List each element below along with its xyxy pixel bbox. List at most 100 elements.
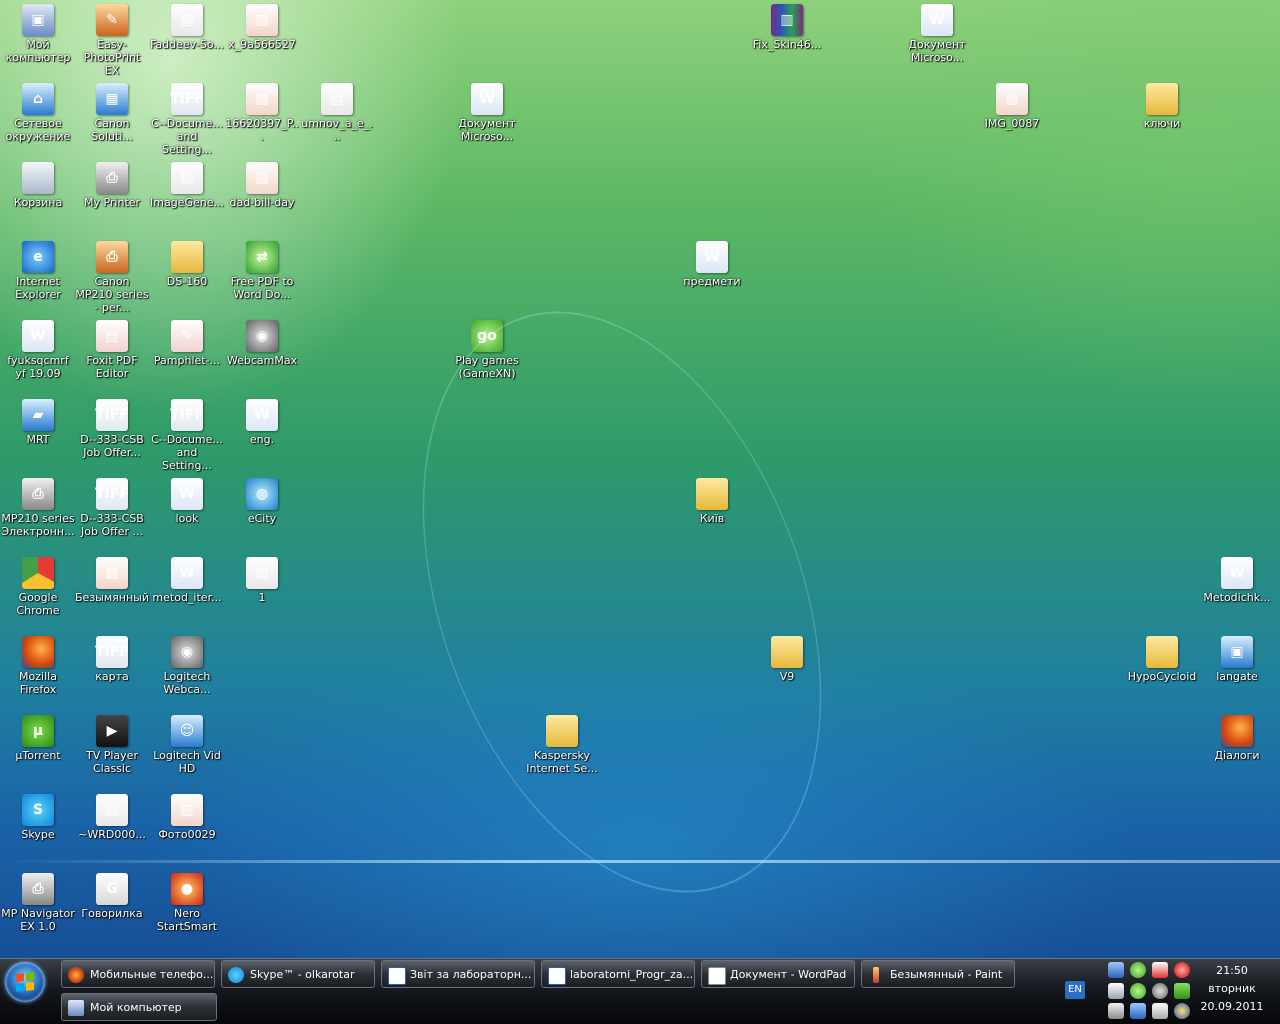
- clock[interactable]: 21:50 вторник 20.09.2011: [1186, 962, 1278, 1016]
- google-chrome-icon[interactable]: Google Chrome: [0, 553, 76, 629]
- eng-doc-icon[interactable]: Weng.: [224, 395, 300, 471]
- play-games-icon[interactable]: go Play games (GameXN): [449, 316, 525, 392]
- document-microsoft-2-icon[interactable]: W Документ Microso...: [899, 0, 975, 76]
- internet-explorer-icon[interactable]: e Internet Explorer: [0, 237, 76, 313]
- pdf-converter-icon: ⇄: [246, 241, 278, 273]
- kaspersky-tray-icon[interactable]: [1152, 962, 1168, 978]
- metodichk-doc-icon[interactable]: W Metodichk...: [1199, 553, 1275, 629]
- kyiv-folder-icon[interactable]: Київ: [674, 474, 750, 550]
- task-skype[interactable]: Skype™ - olkarotar: [221, 960, 375, 988]
- img-0087-icon[interactable]: ▧ IMG_0087: [974, 79, 1050, 155]
- task-my-computer[interactable]: Мой компьютер: [61, 993, 217, 1021]
- volume-tray-icon[interactable]: [1108, 1003, 1124, 1019]
- webcam-tray-icon[interactable]: [1152, 983, 1168, 999]
- dialogy-html-icon[interactable]: Діалоги: [1199, 711, 1275, 787]
- wrd000-doc-icon[interactable]: ▤ ~WRD000...: [74, 790, 150, 866]
- predmety-doc-icon[interactable]: Wпредмети: [674, 237, 750, 313]
- ie-logo-icon: e: [22, 241, 54, 273]
- webcammax-icon[interactable]: ◉ WebcamMax: [224, 316, 300, 392]
- my-printer-icon[interactable]: ⎙ My Printer: [74, 158, 150, 234]
- canon-menu-icon: ▦: [96, 83, 128, 115]
- printer-manual-icon: ⎙: [22, 478, 54, 510]
- network-places-icon: ⌂: [22, 83, 54, 115]
- folder-icon: [696, 478, 728, 510]
- ecity-icon[interactable]: ◍ eCity: [224, 474, 300, 550]
- tiff-doc-1-icon[interactable]: TIFF C--Docume... and Setting...: [149, 79, 225, 156]
- easy-photoprint-icon[interactable]: ✎ Easy-PhotoPrint EX: [74, 0, 150, 77]
- green-check-tray-icon[interactable]: [1130, 962, 1146, 978]
- hypocycloid-folder-icon[interactable]: HypoCycloid: [1124, 632, 1200, 708]
- mrt-icon[interactable]: ▰ MRT: [0, 395, 76, 471]
- skype-icon[interactable]: S Skype: [0, 790, 76, 866]
- word-doc-icon: W: [1221, 557, 1253, 589]
- network-icon[interactable]: ⌂ Сетевое окружение: [0, 79, 76, 155]
- connection-tray-icon[interactable]: [1130, 1003, 1146, 1019]
- v9-folder-icon[interactable]: V9: [749, 632, 825, 708]
- imagegene-icon[interactable]: ▤ ImageGene...: [149, 158, 225, 234]
- network-tray-icon[interactable]: [1108, 962, 1124, 978]
- kaspersky-folder-icon[interactable]: Kaspersky Internet Se...: [524, 711, 600, 787]
- device-tray-icon[interactable]: [1152, 1003, 1168, 1019]
- mp210-manual-icon[interactable]: ⎙ MP210 series Электронн...: [0, 474, 76, 550]
- task-report-word[interactable]: Звіт за лабораторн...: [381, 960, 535, 988]
- image-x9a-icon[interactable]: ▧ x_9a566527: [224, 0, 300, 76]
- faddeev-doc-icon[interactable]: ▤ Faddeev-So...: [149, 0, 225, 76]
- tiff-file-icon: TIFF: [170, 83, 204, 115]
- task-paint[interactable]: Безымянный - Paint: [861, 960, 1015, 988]
- tiff-job-offer-2-icon[interactable]: TIFF D--333-CSB Job Offer ...: [74, 474, 150, 550]
- printer-photo-icon: ✎: [96, 4, 128, 36]
- image-16620397-icon[interactable]: ▧ 16620397_P...: [224, 79, 300, 155]
- document-icon: ▤: [171, 4, 203, 36]
- text-file-icon: ▤: [246, 557, 278, 589]
- fix-skin-rar-icon[interactable]: ▥ Fix_Skin46...: [749, 0, 825, 76]
- karta-tiff-icon[interactable]: TIFF карта: [74, 632, 150, 708]
- canon-solution-icon[interactable]: ▦ Canon Soluti...: [74, 79, 150, 155]
- langate-icon[interactable]: ▣ langate: [1199, 632, 1275, 708]
- image-file-icon: ▧: [171, 794, 203, 826]
- safely-remove-tray-icon[interactable]: [1108, 983, 1124, 999]
- mp-navigator-icon[interactable]: ⎙ MP Navigator EX 1.0: [0, 869, 76, 945]
- document-microsoft-1-icon[interactable]: W Документ Microso...: [449, 79, 525, 155]
- desktop[interactable]: ▣ Мой компьютер ✎ Easy-PhotoPrint EX ▤ Fadd…: [0, 0, 1280, 958]
- task-wordpad[interactable]: Документ - WordPad: [701, 960, 855, 988]
- canon-mp210-icon[interactable]: ⎙ Canon MP210 series - per...: [74, 237, 150, 314]
- my-computer-icon[interactable]: ▣ Мой компьютер: [0, 0, 76, 76]
- govorilka-icon[interactable]: G Говорилка: [74, 869, 150, 945]
- language-indicator[interactable]: EN: [1065, 981, 1085, 999]
- image-file-icon: ▧: [246, 83, 278, 115]
- foto0029-icon[interactable]: ▧ Фото0029: [149, 790, 225, 866]
- firefox-html-icon: [1221, 715, 1253, 747]
- task-laboratorni-word[interactable]: laboratorni_Progr_za...: [541, 960, 695, 988]
- skype-logo-icon: S: [22, 794, 54, 826]
- fyuksqcmrf-doc-icon[interactable]: Wfyuksqcmrf yf 19.09: [0, 316, 76, 392]
- recycle-bin-icon[interactable]: Корзина: [0, 158, 76, 234]
- computer-icon: ▣: [22, 4, 54, 36]
- paint-brush-icon: [873, 967, 879, 983]
- look-doc-icon[interactable]: Wlook: [149, 474, 225, 550]
- bezymyannyi-image-icon[interactable]: ▧ Безымянный: [74, 553, 150, 629]
- tiff-doc-2-icon[interactable]: TIFF C--Docume... and Setting...: [149, 395, 225, 472]
- tv-player-classic-icon[interactable]: ▶ TV Player Classic: [74, 711, 150, 787]
- word-icon: [548, 967, 566, 985]
- file-1-icon[interactable]: ▤ 1: [224, 553, 300, 629]
- start-button[interactable]: [5, 962, 45, 1002]
- tiff-job-offer-1-icon[interactable]: TIFF D--333-CSB Job Offer...: [74, 395, 150, 471]
- text-file-icon: ▤: [171, 162, 203, 194]
- logitech-webcam-icon[interactable]: ◉ Logitech Webca...: [149, 632, 225, 708]
- word-doc-icon: W: [246, 399, 278, 431]
- chrome-logo-icon: [22, 557, 54, 589]
- nero-startsmart-icon[interactable]: ● Nero StartSmart: [149, 869, 225, 945]
- task-mobile-phones[interactable]: Мобильные телефо...: [61, 960, 215, 988]
- utorrent-icon[interactable]: µ µTorrent: [0, 711, 76, 787]
- umnov-doc-icon[interactable]: ▤ umnov_a_e_...: [299, 79, 375, 155]
- gamexn-tray-icon[interactable]: [1130, 983, 1146, 999]
- klyuchi-folder-icon[interactable]: ключи: [1124, 79, 1200, 155]
- foxit-pdf-editor-icon[interactable]: ▤ Foxit PDF Editor: [74, 316, 150, 392]
- mozilla-firefox-icon[interactable]: Mozilla Firefox: [0, 632, 76, 708]
- metod-iter-doc-icon[interactable]: Wmetod_iter...: [149, 553, 225, 629]
- dad-bill-day-icon[interactable]: ▧ dad-bill-day: [224, 158, 300, 234]
- pamphlet-pdf-icon[interactable]: ✎ Pamphlet-...: [149, 316, 225, 392]
- ds160-folder-icon[interactable]: DS-160: [149, 237, 225, 313]
- free-pdf-to-word-icon[interactable]: ⇄ Free PDF to Word Do...: [224, 237, 300, 313]
- logitech-vid-hd-icon[interactable]: ☺ Logitech Vid HD: [149, 711, 225, 787]
